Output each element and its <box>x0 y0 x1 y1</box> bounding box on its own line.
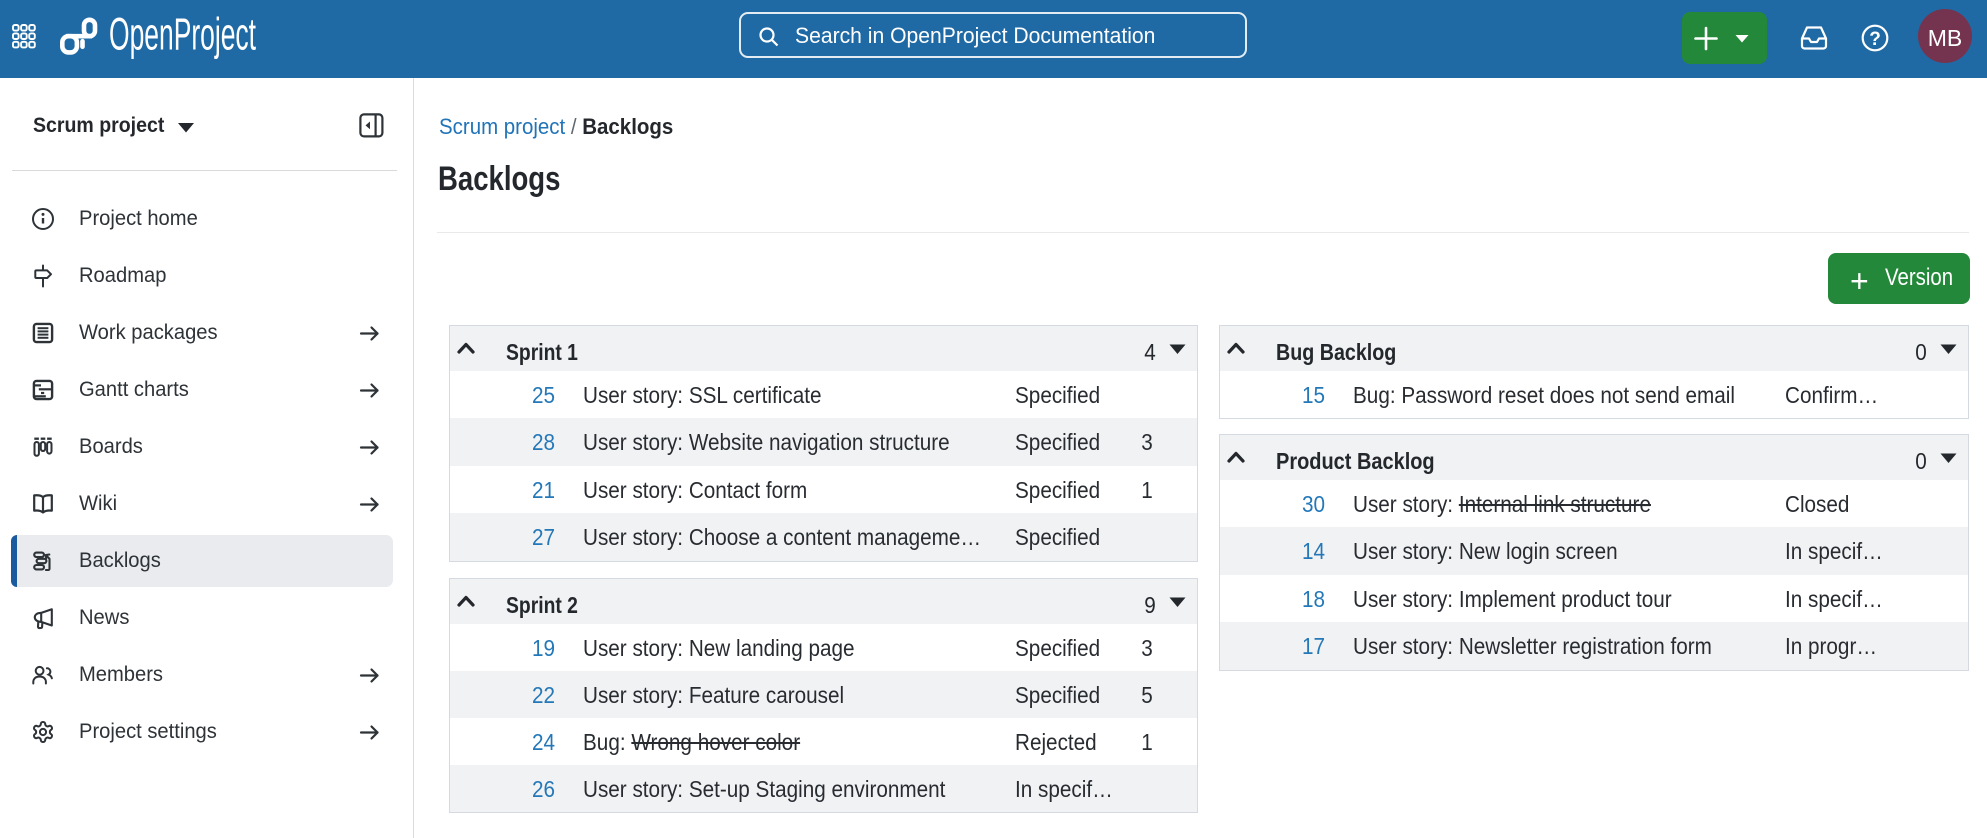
svg-text:OpenProject: OpenProject <box>109 13 256 60</box>
svg-text:?: ? <box>1869 29 1881 50</box>
